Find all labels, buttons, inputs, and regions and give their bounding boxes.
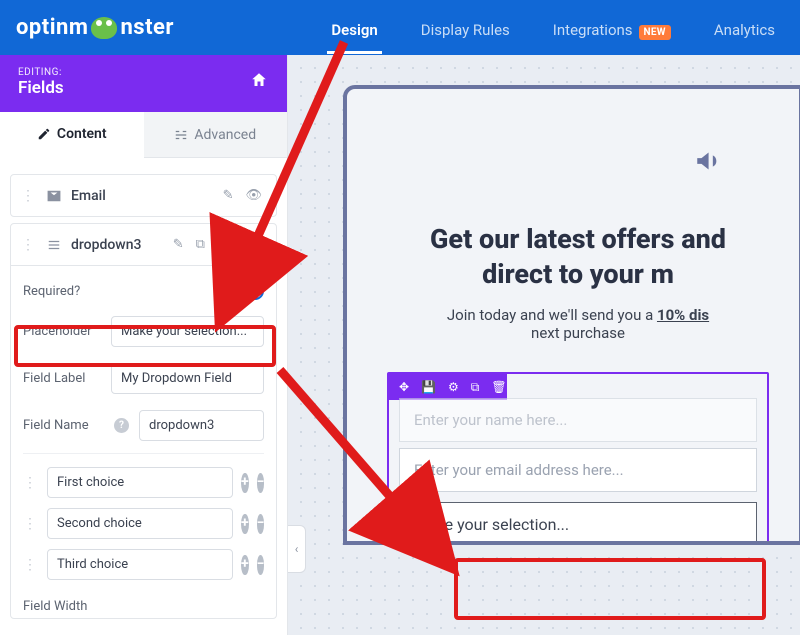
help-icon[interactable]: ? (114, 418, 129, 433)
preview-card: Get our latest offers and direct to your… (343, 85, 800, 545)
preview-email-input[interactable]: Enter your email address here... (399, 448, 757, 492)
field-email-actions: ✎ 👁 (219, 185, 266, 206)
field-dropdown-label: dropdown3 (71, 237, 141, 253)
remove-choice-button[interactable]: − (257, 555, 265, 575)
placeholder-row: Placeholder (23, 308, 264, 355)
megaphone-icon (387, 144, 769, 187)
left-panel: EDITING: Fields Content Advanced ⋮ Email (0, 55, 288, 635)
remove-choice-button[interactable]: − (257, 473, 265, 493)
drag-handle-icon[interactable]: ⋮ (21, 237, 37, 253)
canvas: ‹ Get our latest offers and direct to yo… (288, 55, 800, 635)
tab-content[interactable]: Content (0, 112, 144, 158)
choice-row: ⋮ + − (23, 544, 264, 585)
tab-advanced[interactable]: Advanced (144, 112, 288, 157)
preview-name-input[interactable]: Enter your name here... (399, 398, 757, 442)
choice-input-3[interactable] (47, 549, 233, 580)
preview-form-block[interactable]: ✥ 💾 ⚙ ⧉ 🗑 Enter your name here... Enter … (387, 372, 769, 545)
remove-choice-button[interactable]: − (257, 514, 265, 534)
choices-list: ⋮ + − ⋮ + − ⋮ + − (23, 453, 264, 585)
move-icon[interactable]: ✥ (399, 380, 409, 394)
field-email-label: Email (71, 188, 106, 204)
choice-row: ⋮ + − (23, 503, 264, 544)
trash-icon[interactable]: 🗑 (491, 380, 506, 394)
field-card-dropdown: ⋮ dropdown3 ✎ ⧉ 👁 🗑 Required? P (10, 223, 277, 619)
drag-handle-icon[interactable]: ⋮ (23, 557, 39, 573)
field-card-email[interactable]: ⋮ Email ✎ 👁 (10, 174, 277, 217)
badge-new: NEW (639, 25, 671, 40)
drag-handle-icon[interactable]: ⋮ (21, 188, 37, 204)
preview-headline: Get our latest offers and direct to your… (387, 222, 769, 292)
choice-row: ⋮ + − (23, 462, 264, 503)
editing-title: Fields (18, 78, 64, 98)
sliders-icon (174, 128, 188, 142)
monster-icon (91, 17, 117, 39)
panel-tabs: Content Advanced (0, 112, 287, 158)
logo-text-right: nster (120, 15, 174, 40)
list-icon (45, 238, 63, 252)
fieldname-input[interactable] (139, 410, 264, 441)
add-choice-button[interactable]: + (241, 473, 249, 493)
logo: optinm nster (16, 15, 174, 40)
placeholder-input[interactable] (111, 316, 264, 347)
add-choice-button[interactable]: + (241, 555, 249, 575)
editing-label: EDITING: (18, 67, 64, 78)
nav-tabs: Design Display Rules IntegrationsNEW Ana… (327, 3, 784, 53)
collapse-panel-button[interactable]: ‹ (288, 525, 306, 573)
gear-icon[interactable]: ⚙ (448, 380, 459, 394)
add-choice-button[interactable]: + (241, 514, 249, 534)
edit-icon[interactable]: ✎ (219, 185, 238, 206)
envelope-icon (45, 189, 63, 203)
fieldlabel-input[interactable] (111, 363, 264, 394)
save-icon[interactable]: 💾 (421, 380, 436, 394)
block-toolbar: ✥ 💾 ⚙ ⧉ 🗑 (389, 374, 507, 400)
panel-body: ⋮ Email ✎ 👁 ⋮ dropdown3 ✎ (0, 158, 287, 635)
trash-icon[interactable]: 🗑 (241, 234, 266, 255)
logo-text-left: optinm (16, 15, 88, 40)
choice-input-2[interactable] (47, 508, 233, 539)
preview-subline: Join today and we'll send you a 10% dis … (387, 306, 769, 342)
fieldname-row: Field Name? (23, 402, 264, 449)
nav-display-rules[interactable]: Display Rules (417, 3, 514, 53)
field-width-label: Field Width (11, 589, 276, 618)
preview-dropdown-select[interactable]: Make your selection... (399, 502, 757, 545)
pencil-icon (37, 127, 51, 141)
nav-integrations[interactable]: IntegrationsNEW (549, 3, 675, 53)
visibility-icon[interactable]: 👁 (213, 234, 238, 255)
editing-header: EDITING: Fields (0, 55, 287, 112)
choice-input-1[interactable] (47, 467, 233, 498)
copy-icon[interactable]: ⧉ (471, 380, 480, 395)
nav-analytics[interactable]: Analytics (710, 3, 779, 53)
required-row: Required? (23, 274, 264, 308)
nav-design[interactable]: Design (327, 3, 381, 53)
visibility-icon[interactable]: 👁 (241, 185, 266, 206)
required-toggle[interactable] (230, 282, 264, 300)
home-icon[interactable] (249, 71, 269, 94)
field-dropdown-header[interactable]: ⋮ dropdown3 ✎ ⧉ 👁 🗑 (11, 224, 276, 265)
drag-handle-icon[interactable]: ⋮ (23, 516, 39, 532)
drag-handle-icon[interactable]: ⋮ (23, 475, 39, 491)
fieldlabel-row: Field Label (23, 355, 264, 402)
field-dropdown-actions: ✎ ⧉ 👁 🗑 (169, 234, 266, 255)
edit-icon[interactable]: ✎ (169, 234, 188, 255)
top-nav: optinm nster Design Display Rules Integr… (0, 0, 800, 55)
copy-icon[interactable]: ⧉ (192, 234, 209, 255)
